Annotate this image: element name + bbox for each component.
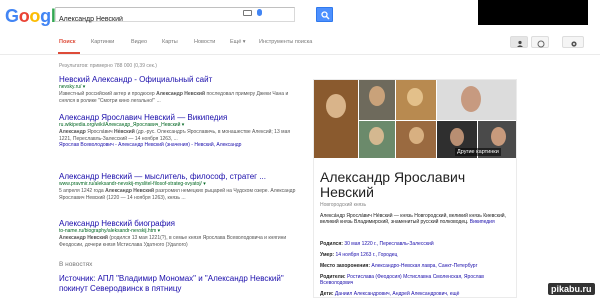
tab-more[interactable]: Ещё ▾ <box>230 39 246 45</box>
active-tab-indicator <box>58 52 80 54</box>
globe-icon <box>537 40 545 48</box>
news-title-link[interactable]: Источник: АПЛ "Владимир Мономах" и "Алек… <box>59 274 299 294</box>
snippet-text: 5 апреля 1242 года <box>59 188 106 194</box>
result-title-link[interactable]: Александр Ярославич Невский — Википедия <box>59 113 299 122</box>
portrait-image[interactable] <box>359 80 395 120</box>
entity-description: Алекса́ндр Яросла́вич Не́вский — князь Н… <box>320 213 512 226</box>
result-url[interactable]: nevsky.ru/ ▾ <box>59 84 299 91</box>
actor-photo[interactable] <box>437 80 516 120</box>
microphone-icon[interactable] <box>257 9 262 16</box>
watermark: pikabu.ru <box>548 283 595 295</box>
entity-subtitle: Новгородский князь <box>320 202 367 208</box>
search-input[interactable] <box>56 13 256 26</box>
tab-search-tools[interactable]: Инструменты поиска <box>259 39 312 45</box>
magnifier-icon <box>321 11 330 20</box>
painting-image[interactable] <box>396 80 436 120</box>
fact-children: Дети: Даниил Александрович, Андрей Алекс… <box>320 291 460 297</box>
result-sitelinks[interactable]: Ярослав Всеволодович - Александр Невский… <box>59 142 299 149</box>
personal-results-button[interactable] <box>510 36 528 48</box>
result-snippet: 5 апреля 1242 года Александр Невский раз… <box>59 188 299 201</box>
logo-letter: g <box>40 6 51 26</box>
result-snippet: Александр Невский (родился 13 мая 1221(?… <box>59 235 299 248</box>
result-title-link[interactable]: Александр Невский биография <box>59 219 299 228</box>
fact-burial: Место захоронения: Александро-Невская ла… <box>320 263 478 269</box>
snippet-highlight: Александр Невский <box>156 91 206 97</box>
snippet-highlight: Не́вский <box>114 129 135 135</box>
result-url[interactable]: ru.wikipedia.org/wiki/Александр_Ярослави… <box>59 122 299 129</box>
result-title-link[interactable]: Александр Невский — мыслитель, философ, … <box>59 172 299 181</box>
result-snippet: Александр Яросла́вич Не́вский (др.-рус. … <box>59 129 299 142</box>
keyboard-icon[interactable] <box>243 10 252 16</box>
snippet-highlight: Александр Невский <box>59 235 108 241</box>
medieval-image[interactable] <box>396 121 436 158</box>
fact-parents: Родители: Ростислава (Феодосия) Мстислав… <box>320 274 484 287</box>
search-result: Александр Ярославич Невский — Википедия … <box>59 113 299 149</box>
top-bar: Google <box>0 0 600 34</box>
tab-search[interactable]: Поиск <box>59 39 76 45</box>
logo-letter: o <box>18 6 30 26</box>
snippet-highlight: Александр <box>59 129 86 135</box>
fact-born: Родился: 30 мая 1220 г., Переславль-Зале… <box>320 241 434 247</box>
logo-letter: o <box>29 6 41 26</box>
snippet-highlight: Александр Невский <box>105 188 155 194</box>
fact-died: Умер: 14 ноября 1263 г., Городец <box>320 252 398 258</box>
tab-maps[interactable]: Карты <box>162 39 178 45</box>
fresco-image[interactable] <box>359 121 395 158</box>
result-url[interactable]: www.pravmir.ru/aleksandr-nevskij-myslite… <box>59 181 299 188</box>
result-url[interactable]: to-name.ru/biography/aleksandr-nevskij.h… <box>59 228 299 235</box>
tab-video[interactable]: Видео <box>131 39 147 45</box>
tab-news[interactable]: Новости <box>194 39 215 45</box>
gear-icon <box>571 41 577 47</box>
global-results-button[interactable] <box>531 36 549 48</box>
news-heading: В новостях <box>59 261 93 268</box>
tab-images[interactable]: Картинки <box>91 39 114 45</box>
wikipedia-link[interactable]: Википедия <box>470 219 495 225</box>
snippet-text: Яросла́вич <box>85 129 115 135</box>
entity-title: Александр Ярославич Невский <box>320 169 466 200</box>
result-stats: Результатов: примерно 788 000 (0,39 сек.… <box>59 63 157 69</box>
icon-image[interactable] <box>314 80 358 158</box>
image-collage[interactable]: Другие картинки <box>314 80 516 158</box>
search-result: Невский Александр - Официальный сайт nev… <box>59 75 299 104</box>
logo-letter: G <box>5 6 19 26</box>
search-result: Александр Невский — мыслитель, философ, … <box>59 172 299 201</box>
more-images-link[interactable]: Другие картинки <box>455 148 501 156</box>
search-button[interactable] <box>316 7 333 22</box>
settings-button[interactable] <box>562 36 584 48</box>
snippet-text: Известный российский актер и продюсер <box>59 91 157 97</box>
person-icon <box>517 40 523 47</box>
knowledge-panel: Другие картинки Александр Ярославич Невс… <box>313 79 517 298</box>
result-title-link[interactable]: Невский Александр - Официальный сайт <box>59 75 299 84</box>
search-result: Александр Невский биография to-name.ru/b… <box>59 219 299 248</box>
result-snippet: Известный российский актер и продюсер Ал… <box>59 91 299 104</box>
redacted-account-area <box>478 0 588 25</box>
